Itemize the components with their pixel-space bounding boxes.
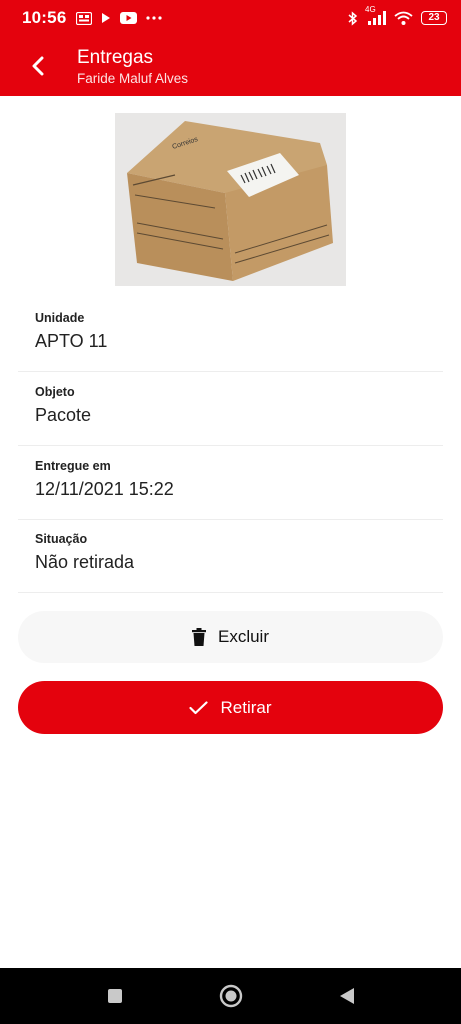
square-icon [107,989,122,1003]
delete-button[interactable]: Excluir [18,611,443,663]
withdraw-button[interactable]: Retirar [18,681,443,734]
detail-label: Situação [35,532,88,546]
detail-label: Objeto [35,385,75,399]
detail-objeto: Objeto Pacote [35,385,445,426]
circle-icon [219,984,242,1008]
triangle-icon [339,988,354,1004]
more-dots-icon [146,16,163,20]
nav-home-button[interactable] [216,981,246,1011]
detail-entregue-em: Entregue em 12/11/2021 15:22 [35,459,445,500]
detail-unidade: Unidade APTO 11 [35,311,445,352]
divider [18,445,443,446]
detail-value: 12/11/2021 15:22 [35,479,174,499]
back-button[interactable] [22,50,54,82]
status-notification-icons [76,11,163,25]
detail-value: APTO 11 [35,331,108,351]
detail-label: Entregue em [35,459,111,473]
divider [18,519,443,520]
nav-back-button[interactable] [332,981,362,1011]
notification-app-icon [76,11,93,25]
page-title: Entregas [77,47,154,68]
detail-label: Unidade [35,311,85,325]
wifi-icon [394,11,413,25]
battery-indicator: 23 [421,11,447,25]
play-icon [102,13,111,23]
delete-button-label: Excluir [217,627,269,646]
signal-strength: 4G [365,5,386,25]
app-bar: Entregas Faride Maluf Alves [0,36,461,96]
detail-situacao: Situação Não retirada [35,532,445,573]
cardboard-box-image: Correios [115,113,346,286]
page-subtitle: Faride Maluf Alves [77,71,189,86]
divider [18,371,443,372]
package-photo: Correios [115,113,346,286]
status-time: 10:56 [22,8,67,27]
network-type-label: 4G [365,5,376,14]
system-nav-bar [0,968,461,1024]
arrow-left-icon [32,56,44,76]
nav-recents-button[interactable] [100,981,130,1011]
withdraw-button-label: Retirar [220,697,272,717]
checkmark-icon [189,700,209,714]
status-system-icons: 4G 23 [348,5,447,26]
detail-value: Não retirada [35,552,135,572]
bluetooth-icon [348,10,358,26]
detail-value: Pacote [35,405,92,425]
divider [18,592,443,593]
youtube-icon [120,12,138,24]
trash-icon [191,628,206,646]
status-bar: 10:56 4G 23 [0,0,461,36]
